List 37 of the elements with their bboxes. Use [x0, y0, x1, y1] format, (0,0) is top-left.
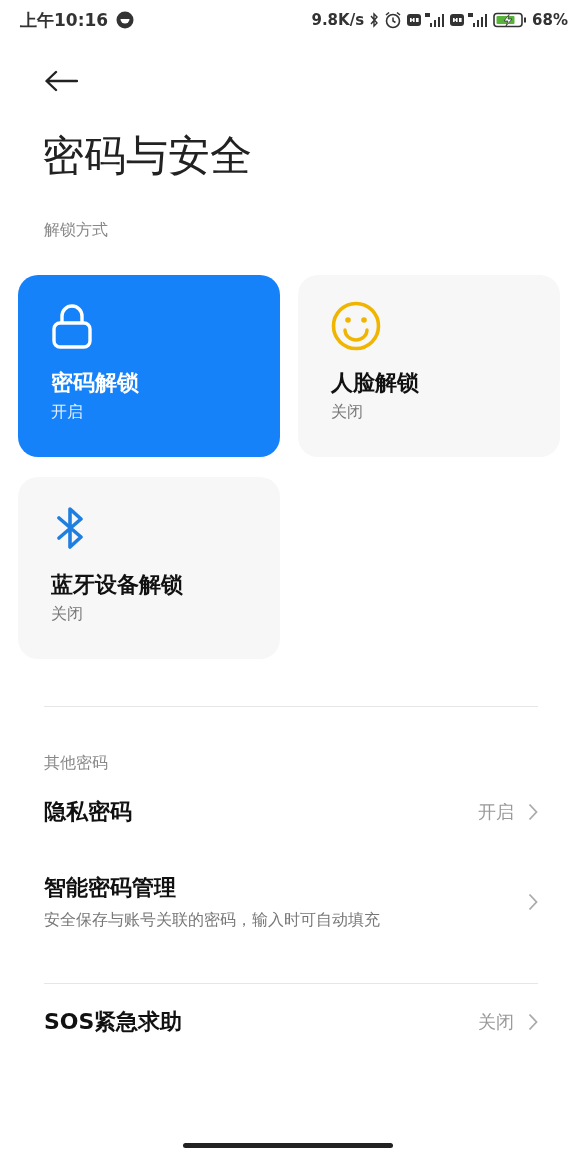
unlock-option-card[interactable]: 人脸解锁 关闭	[298, 275, 560, 457]
chevron-right-icon	[528, 803, 538, 821]
card-status: 开启	[51, 402, 83, 423]
network-speed: 9.8K/s	[311, 11, 365, 29]
row-value: 关闭	[478, 1010, 514, 1034]
row-title: 智能密码管理	[44, 874, 177, 902]
signal-icon	[450, 12, 489, 28]
chevron-right-icon	[528, 892, 538, 911]
card-status: 关闭	[51, 604, 83, 625]
unlock-option-card[interactable]: 密码解锁 开启	[18, 275, 280, 457]
settings-row[interactable]: 隐私密码 开启	[0, 774, 580, 850]
notification-icon	[116, 11, 135, 29]
row-title: SOS紧急求助	[44, 1008, 184, 1036]
row-title: 隐私密码	[44, 798, 133, 826]
chevron-right-icon	[528, 1013, 538, 1031]
unlock-option-card[interactable]: 蓝牙设备解锁 关闭	[18, 477, 280, 659]
battery-percentage: 68%	[532, 11, 568, 29]
bluetooth-icon	[369, 12, 380, 28]
page-title: 密码与安全	[42, 130, 253, 182]
smiley-face-icon	[331, 301, 381, 351]
section-header: 其他密码	[44, 753, 109, 774]
row-value: 开启	[478, 800, 514, 824]
card-title: 蓝牙设备解锁	[51, 571, 183, 599]
back-arrow-icon	[44, 70, 78, 92]
battery-icon	[493, 12, 528, 28]
clock-time: 上午10:16	[20, 8, 109, 32]
section-header: 解锁方式	[44, 220, 109, 241]
settings-row[interactable]: SOS紧急求助 关闭	[0, 984, 580, 1060]
row-description: 安全保存与账号关联的密码，输入时可自动填充	[44, 910, 381, 931]
card-title: 密码解锁	[51, 369, 139, 397]
card-title: 人脸解锁	[331, 369, 419, 397]
lock-icon	[51, 301, 93, 351]
settings-row[interactable]: 智能密码管理 安全保存与账号关联的密码，输入时可自动填充	[0, 850, 580, 953]
card-status: 关闭	[331, 402, 363, 423]
alarm-icon	[384, 11, 403, 29]
signal-icon	[407, 12, 446, 28]
back-button[interactable]	[44, 70, 78, 92]
